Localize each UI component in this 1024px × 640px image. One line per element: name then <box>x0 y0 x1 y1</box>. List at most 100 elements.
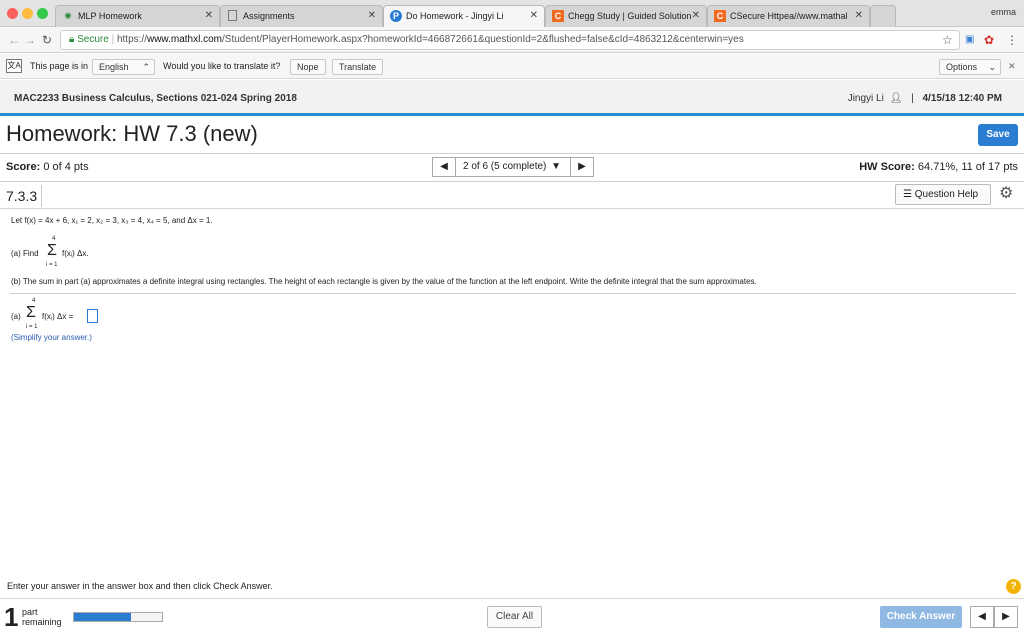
tab-title: CSecure Httpea//www.mathal <box>730 11 848 21</box>
secure-label: Secure <box>77 34 109 45</box>
answer-term: f(xᵢ) Δx = <box>42 312 74 321</box>
progress-bar <box>73 612 163 622</box>
close-icon[interactable]: ✕ <box>205 6 213 26</box>
answer-input[interactable] <box>87 309 98 323</box>
translate-prefix: This page is in <box>30 61 89 71</box>
menu-dots-icon[interactable]: ⋮ <box>1006 33 1018 47</box>
sum-term: f(xᵢ) Δx. <box>62 249 89 258</box>
tab-do-homework[interactable]: P Do Homework - Jingyi Li ✕ <box>383 5 545 28</box>
close-icon[interactable]: ✕ <box>692 6 700 26</box>
translate-bar: 文A This page is in English ⌃ Would you l… <box>0 54 1024 79</box>
parts-remaining-count: 1 <box>4 602 19 632</box>
forward-icon[interactable]: → <box>24 33 36 47</box>
question-select[interactable]: 2 of 6 (5 complete) ▼ <box>456 157 570 177</box>
url-path: /Student/PlayerHomework.aspx?homeworkId=… <box>222 34 744 45</box>
divider <box>0 598 1024 599</box>
globe-icon: ✺ <box>64 11 72 21</box>
sigma-symbol: Σ <box>26 304 36 321</box>
score: Score: 0 of 4 pts <box>6 161 89 173</box>
reload-icon[interactable]: ↻ <box>42 33 52 47</box>
back-icon[interactable]: ← <box>8 33 20 47</box>
extension-icon[interactable]: ✿ <box>984 33 994 47</box>
clear-all-button[interactable]: Clear All <box>487 606 542 628</box>
tab-mlp-homework[interactable]: ✺ MLP Homework ✕ <box>55 5 220 27</box>
separator: | <box>911 93 914 104</box>
given-statement: Let f(x) = 4x + 6, x₁ = 2, x₂ = 3, x₃ = … <box>11 216 213 225</box>
part-a-label: (a) Find <box>11 249 39 258</box>
simplify-hint: (Simplify your answer.) <box>11 333 92 342</box>
datetime: 4/15/18 12:40 PM <box>922 93 1003 104</box>
answer-label: (a) <box>11 312 21 321</box>
score-label: Score: <box>6 161 41 173</box>
chegg-icon: C <box>552 10 564 22</box>
page-title: Homework: HW 7.3 (new) <box>6 121 258 146</box>
tab-title: Assignments <box>243 11 295 21</box>
url-field[interactable]: 🔒︎ Secure | https://www.mathxl.com/Stude… <box>60 30 960 50</box>
maximize-window-button[interactable] <box>37 8 48 19</box>
progress-fill <box>74 613 132 621</box>
hw-score: HW Score: 64.71%, 11 of 17 pts <box>859 161 1018 173</box>
save-button[interactable]: Save <box>978 124 1018 146</box>
close-icon[interactable]: ✕ <box>530 6 538 26</box>
pager-label: 2 of 6 (5 complete) <box>463 161 547 172</box>
profile-name[interactable]: emma <box>991 7 1016 17</box>
question-help-button[interactable]: ☰ Question Help <box>895 184 991 205</box>
check-answer-button[interactable]: Check Answer <box>880 606 962 628</box>
updown-icon: ⌃ <box>142 62 150 72</box>
nope-button[interactable]: Nope <box>290 59 326 75</box>
address-bar: ← → ↻ 🔒︎ Secure | https://www.mathxl.com… <box>0 27 1024 53</box>
tab-chegg-secure[interactable]: C CSecure Httpea//www.mathal ✕ <box>707 5 870 27</box>
tab-title: Chegg Study | Guided Solution <box>568 11 692 21</box>
tab-assignments[interactable]: Assignments ✕ <box>220 5 383 27</box>
options-select[interactable]: Options ⌄ <box>939 59 1001 75</box>
user-name[interactable]: Jingyi Li <box>848 93 884 104</box>
close-icon[interactable]: ✕ <box>855 6 863 26</box>
divider <box>0 181 1024 182</box>
sum-lower-limit: i = 1 <box>46 262 58 268</box>
close-icon[interactable]: ✕ <box>368 6 376 26</box>
previous-question-button[interactable]: ◀ <box>432 157 456 177</box>
previous-button[interactable]: ◀ <box>970 606 994 628</box>
new-tab-button[interactable] <box>870 5 896 27</box>
instruction-text: Enter your answer in the answer box and … <box>7 581 273 591</box>
tab-title: Do Homework - Jingyi Li <box>406 11 504 21</box>
translate-button[interactable]: Translate <box>332 59 384 75</box>
translate-extension-icon[interactable]: ▣ <box>965 33 974 47</box>
user-area: Jingyi Li 👤︎ | 4/15/18 12:40 PM <box>848 93 1002 104</box>
course-header: MAC2233 Business Calculus, Sections 021-… <box>0 80 1024 116</box>
bookmark-star-icon[interactable]: ☆ <box>942 33 953 47</box>
minimize-window-button[interactable] <box>22 8 33 19</box>
document-icon <box>228 10 237 21</box>
url-prefix: https:// <box>116 34 147 45</box>
list-icon: ☰ <box>903 189 912 200</box>
sum-lower-limit: i = 1 <box>26 324 38 330</box>
hw-score-value: 64.71%, 11 of 17 pts <box>917 161 1018 173</box>
question-number: 7.3.3 <box>4 185 42 207</box>
language-select[interactable]: English ⌃ <box>92 59 155 75</box>
parts-label-line1: part <box>22 607 38 617</box>
part-b-text: (b) The sum in part (a) approximates a d… <box>11 277 757 286</box>
close-window-button[interactable] <box>7 8 18 19</box>
sigma-symbol: Σ <box>47 242 57 259</box>
hw-score-label: HW Score: <box>859 161 915 173</box>
language-value: English <box>99 62 129 72</box>
help-icon[interactable]: ? <box>1006 579 1021 594</box>
translate-question: Would you like to translate it? <box>163 61 281 71</box>
next-button[interactable]: ▶ <box>994 606 1018 628</box>
course-title[interactable]: MAC2233 Business Calculus, Sections 021-… <box>14 93 297 104</box>
tab-chegg-study[interactable]: C Chegg Study | Guided Solution ✕ <box>545 5 707 27</box>
lock-icon: 🔒︎ <box>69 34 75 45</box>
close-icon[interactable]: ✕ <box>1008 54 1016 79</box>
tab-title: MLP Homework <box>78 11 142 21</box>
divider <box>10 293 1016 294</box>
divider <box>0 153 1024 154</box>
url-host: www.mathxl.com <box>146 34 222 45</box>
gear-icon[interactable]: ⚙ <box>999 184 1013 204</box>
browser-tab-strip: ✺ MLP Homework ✕ Assignments ✕ P Do Home… <box>0 0 1024 28</box>
translate-icon: 文A <box>6 59 22 73</box>
caret-down-icon: ▼ <box>551 161 562 172</box>
divider <box>0 208 1024 209</box>
user-icon: 👤︎ <box>889 93 903 104</box>
parts-label-line2: remaining <box>22 617 62 627</box>
next-question-button[interactable]: ▶ <box>570 157 594 177</box>
